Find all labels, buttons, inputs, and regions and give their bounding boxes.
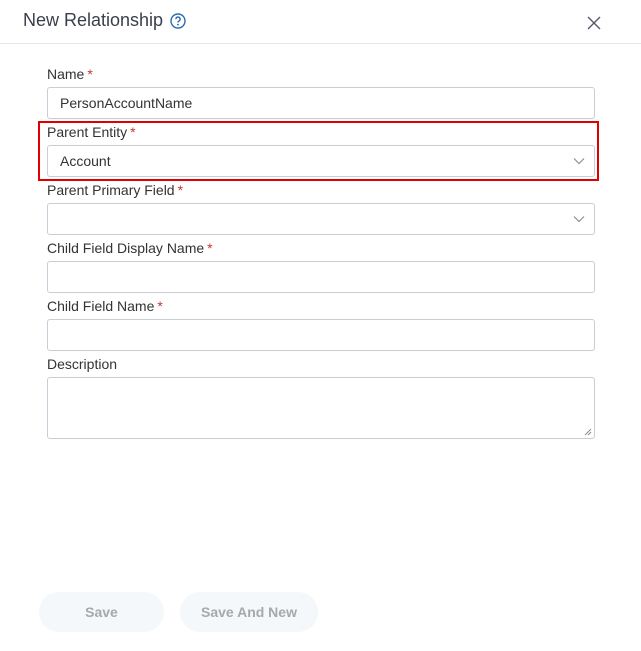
- required-marker: *: [207, 240, 213, 256]
- parent-entity-select[interactable]: Account: [47, 145, 595, 177]
- parent-primary-field-label: Parent Primary Field *: [47, 182, 183, 198]
- description-label: Description: [47, 356, 117, 372]
- close-icon: [587, 16, 601, 30]
- description-label-text: Description: [47, 356, 118, 372]
- required-marker: *: [157, 298, 163, 314]
- dialog-header: New Relationship: [0, 0, 641, 44]
- parent-entity-value: Account: [60, 153, 111, 169]
- parent-primary-field-select[interactable]: [47, 203, 595, 235]
- child-field-name-input[interactable]: [47, 319, 595, 351]
- child-field-name-label: Child Field Name *: [47, 298, 163, 314]
- resize-grip-icon[interactable]: [584, 428, 592, 436]
- child-field-display-name-input[interactable]: [47, 261, 595, 293]
- chevron-down-icon: [573, 216, 585, 223]
- chevron-down-icon: [573, 158, 585, 165]
- dialog-title: New Relationship: [23, 10, 164, 30]
- name-input[interactable]: PersonAccountName: [47, 87, 595, 119]
- close-button[interactable]: [586, 15, 602, 31]
- required-marker: *: [177, 182, 184, 198]
- parent-entity-label-text: Parent Entity: [47, 124, 128, 140]
- required-marker: *: [130, 124, 136, 140]
- name-input-value: PersonAccountName: [60, 95, 193, 111]
- parent-primary-field-label-text: Parent Primary Field: [47, 182, 175, 198]
- save-button[interactable]: Save: [39, 592, 164, 632]
- child-field-display-name-label-text: Child Field Display Name: [47, 240, 205, 256]
- help-icon[interactable]: [170, 13, 186, 29]
- child-field-display-name-label: Child Field Display Name *: [47, 240, 213, 256]
- parent-entity-label: Parent Entity *: [47, 124, 136, 140]
- required-marker: *: [87, 66, 93, 82]
- description-textarea[interactable]: [47, 377, 595, 439]
- child-field-name-label-text: Child Field Name: [47, 298, 155, 314]
- name-label-text: Name: [47, 66, 85, 82]
- save-and-new-button[interactable]: Save And New: [180, 592, 318, 632]
- name-label: Name *: [47, 66, 93, 82]
